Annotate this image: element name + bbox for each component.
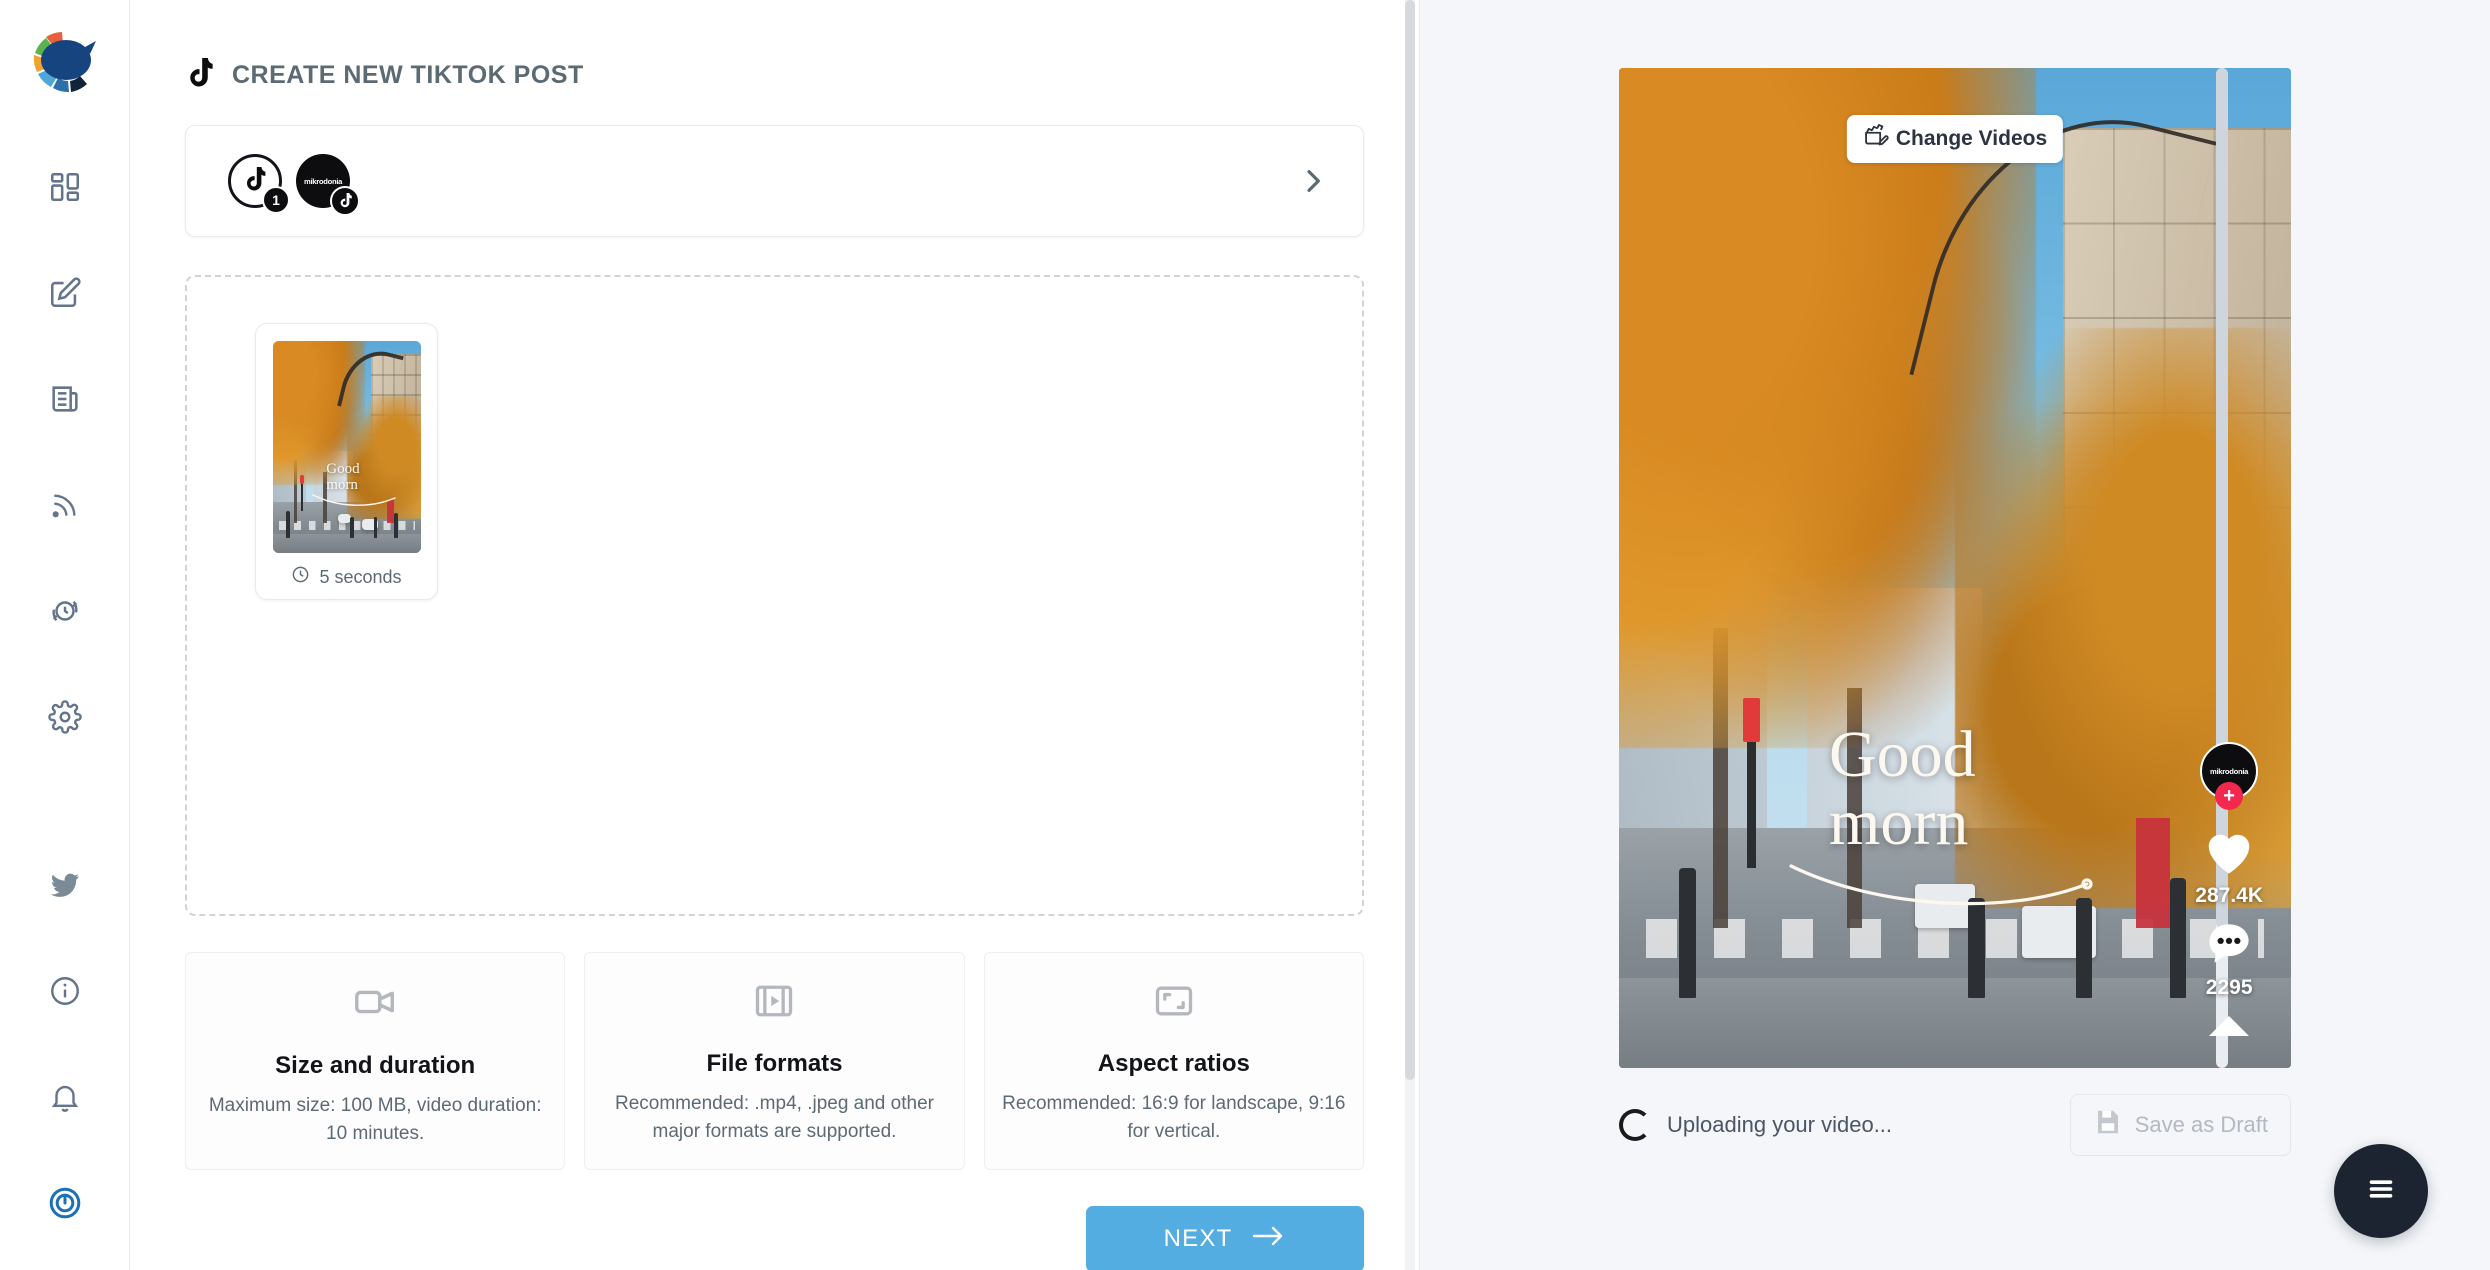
info-card-file-formats: File formats Recommended: .mp4, .jpeg an… (584, 952, 965, 1171)
comment-bubble-icon[interactable] (2203, 918, 2255, 973)
overlay-line1: Good (1829, 718, 1976, 792)
compose-edit-icon (48, 276, 82, 310)
app-root: CREATE NEW TIKTOK POST 1 mikrodonia Good… (0, 0, 2490, 1270)
clapperboard-edit-icon (1863, 123, 1889, 155)
like-count: 287.4K (2195, 884, 2263, 907)
info-card-size-duration: Size and duration Maximum size: 100 MB, … (185, 952, 566, 1171)
engagement-rail: mikrodonia + 287.4K 2295 (2195, 742, 2263, 1036)
thumb-overlay-line1: Good (326, 461, 360, 478)
change-videos-label: Change Videos (1895, 127, 2048, 150)
selected-accounts: 1 mikrodonia (228, 154, 360, 216)
info-cards: Size and duration Maximum size: 100 MB, … (185, 952, 1364, 1171)
comment-stat[interactable]: 2295 (2203, 918, 2255, 1000)
power-spiral-icon (47, 1185, 83, 1221)
page-header: CREATE NEW TIKTOK POST (185, 58, 1364, 92)
next-button[interactable]: NEXT (1086, 1206, 1364, 1270)
video-overlay-text: Good morn (1829, 721, 1976, 856)
video-dropzone[interactable]: Good morn 5 seconds (185, 275, 1364, 916)
info-card-description: Maximum size: 100 MB, video duration: 10… (208, 1095, 542, 1144)
info-card-title: Aspect ratios (1097, 1050, 1250, 1077)
uploaded-video-card[interactable]: Good morn 5 seconds (255, 323, 438, 600)
twitter-bird-icon (48, 868, 82, 902)
save-as-draft-label: Save as Draft (2134, 1112, 2268, 1137)
bell-icon (48, 1080, 82, 1114)
newspaper-icon (48, 382, 82, 416)
sidebar-item-dashboard[interactable] (34, 156, 96, 218)
follow-button[interactable]: + (2215, 782, 2244, 810)
change-videos-button[interactable]: Change Videos (1846, 115, 2064, 163)
sidebar-item-content[interactable] (34, 368, 96, 430)
account-count-badge: 1 (262, 186, 290, 214)
app-logo[interactable] (28, 26, 102, 100)
tiktok-platform-badge (330, 186, 360, 216)
clock-icon (291, 565, 310, 589)
preview-pane: Change Videos Good morn mikrodonia + 287… (1420, 0, 2490, 1270)
avatar-brand-label: mikrodonia (303, 176, 343, 186)
save-as-draft-button[interactable]: Save as Draft (2069, 1094, 2291, 1156)
overlay-line2: morn (1829, 785, 1969, 859)
clock-recycle-icon (48, 594, 82, 628)
comment-count: 2295 (2205, 976, 2253, 999)
gear-icon (47, 700, 82, 734)
dashboard-grid-icon (48, 170, 82, 204)
creator-avatar-label: mikrodonia (2210, 766, 2249, 776)
info-card-description: Recommended: .mp4, .jpeg and other major… (615, 1093, 934, 1142)
page-title: CREATE NEW TIKTOK POST (232, 60, 584, 89)
main-scrollbar-thumb[interactable] (1405, 0, 1415, 1080)
video-camera-icon (352, 979, 398, 1030)
account-avatar-tiktok[interactable]: 1 (228, 154, 290, 214)
info-card-description: Recommended: 16:9 for landscape, 9:16 fo… (1002, 1093, 1346, 1142)
upload-status-text: Uploading your video... (1667, 1112, 1893, 1137)
sidebar-item-compose[interactable] (34, 262, 96, 324)
sidebar-item-queue[interactable] (34, 580, 96, 642)
floppy-disk-icon (2093, 1107, 2123, 1143)
sidebar-nav-top (34, 156, 96, 748)
sidebar-item-feeds[interactable] (34, 474, 96, 536)
accounts-selector[interactable]: 1 mikrodonia (185, 125, 1364, 237)
video-preview[interactable]: Change Videos Good morn mikrodonia + 287… (1619, 68, 2291, 1068)
aspect-ratio-icon (1152, 979, 1196, 1028)
info-card-title: File formats (706, 1050, 843, 1077)
preview-status-row: Uploading your video... Save as Draft (1619, 1094, 2291, 1156)
like-stat[interactable]: 287.4K (2195, 826, 2263, 908)
account-avatar-brand[interactable]: mikrodonia (296, 154, 360, 216)
video-duration: 5 seconds (273, 553, 420, 589)
sidebar-item-notifications[interactable] (34, 1066, 96, 1128)
main-content: CREATE NEW TIKTOK POST 1 mikrodonia Good… (130, 0, 1420, 1270)
sidebar (0, 0, 130, 1270)
loading-spinner-icon (1619, 1109, 1651, 1141)
video-duration-label: 5 seconds (319, 566, 402, 587)
sidebar-item-account[interactable] (34, 1172, 96, 1234)
upload-status: Uploading your video... (1619, 1109, 1892, 1141)
arrow-right-icon (1252, 1225, 1286, 1254)
sidebar-item-info[interactable] (34, 960, 96, 1022)
hamburger-menu-icon (2364, 1174, 2398, 1209)
next-button-row: NEXT (185, 1206, 1364, 1270)
tiktok-note-icon (185, 58, 215, 92)
heart-icon[interactable] (2202, 826, 2256, 881)
info-circle-icon (48, 974, 82, 1008)
main-scrollbar[interactable] (1405, 0, 1415, 1270)
next-button-label: NEXT (1163, 1225, 1233, 1253)
film-strip-icon (752, 979, 796, 1028)
help-menu-fab[interactable] (2334, 1144, 2428, 1238)
video-thumbnail: Good morn (273, 341, 421, 553)
sidebar-nav-bottom (34, 854, 96, 1270)
chevron-right-icon[interactable] (1297, 165, 1329, 197)
share-stat[interactable] (2203, 1012, 2255, 1036)
sidebar-item-twitter[interactable] (34, 854, 96, 916)
sidebar-item-settings[interactable] (34, 686, 96, 748)
info-card-title: Size and duration (275, 1052, 476, 1079)
rss-feed-icon (49, 489, 81, 521)
info-card-aspect-ratios: Aspect ratios Recommended: 16:9 for land… (983, 952, 1364, 1171)
creator-avatar[interactable]: mikrodonia + (2200, 742, 2259, 810)
overlay-swoosh-decoration (1789, 864, 2093, 906)
